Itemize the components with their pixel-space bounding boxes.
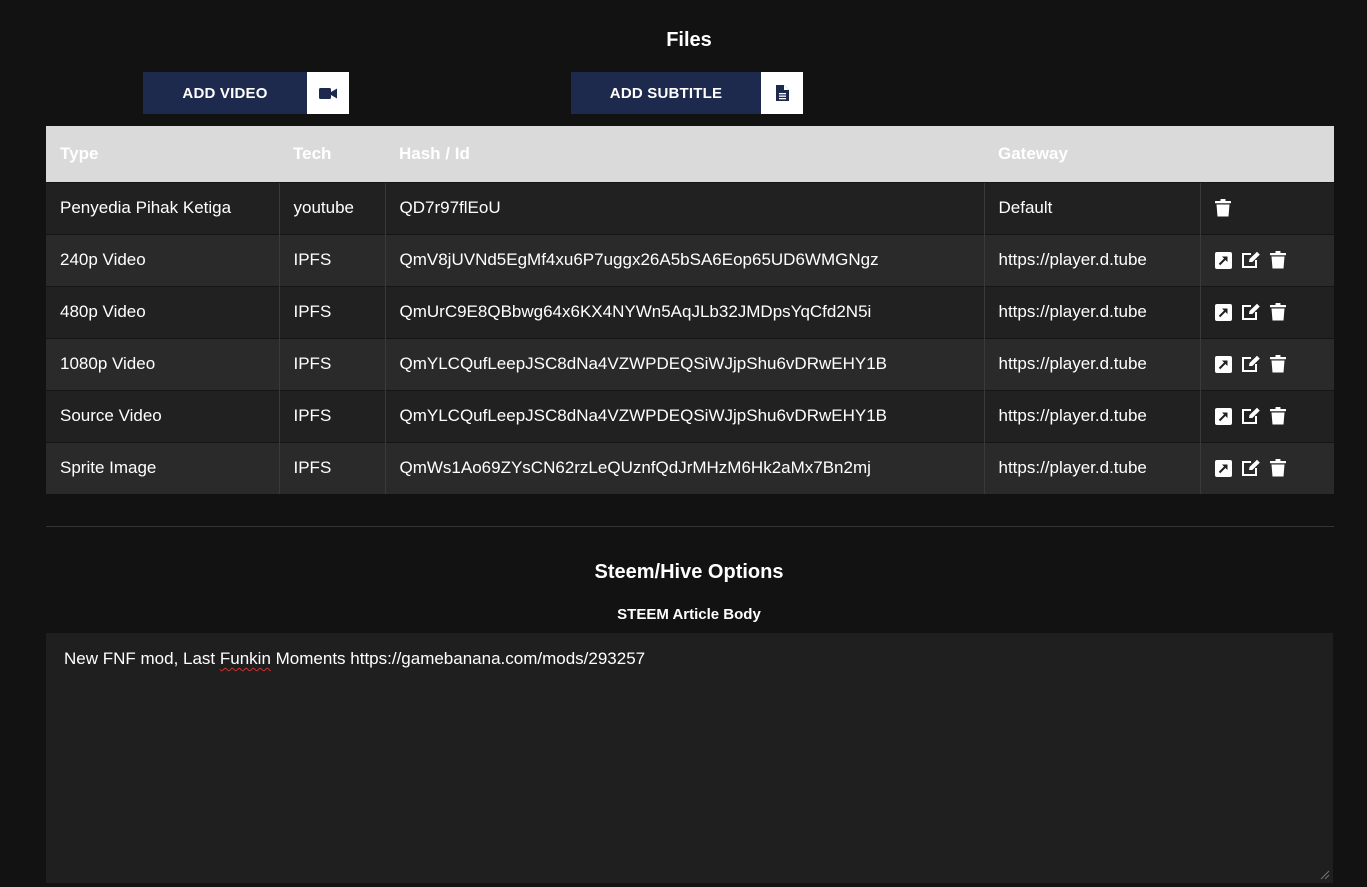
table-header-row: Type Tech Hash / Id Gateway: [46, 126, 1334, 182]
open-external-icon[interactable]: [1214, 355, 1232, 373]
steem-body-label: STEEM Article Body: [617, 606, 761, 623]
cell-gateway: https://player.d.tube: [983, 337, 1200, 390]
steem-body-textarea[interactable]: New FNF mod, Last Funkin Moments https:/…: [46, 633, 1333, 883]
cell-hash: QD7r97flEoU: [384, 181, 984, 234]
trash-icon[interactable]: [1214, 199, 1231, 217]
cell-tech: IPFS: [278, 337, 385, 390]
row-actions: [1214, 303, 1335, 321]
edit-icon[interactable]: [1241, 303, 1261, 321]
row-actions: [1214, 355, 1335, 373]
cell-gateway: https://player.d.tube: [983, 285, 1200, 338]
trash-icon[interactable]: [1269, 407, 1286, 425]
files-title: Files: [666, 29, 712, 51]
cell-gateway: Default: [983, 181, 1200, 234]
body-text-prefix: New FNF mod, Last: [64, 649, 220, 668]
body-text-misspelled: Funkin: [219, 649, 271, 668]
open-external-icon[interactable]: [1214, 407, 1232, 425]
document-icon[interactable]: [761, 72, 803, 114]
files-table: Type Tech Hash / Id Gateway Penyedia Pih…: [46, 126, 1334, 494]
divider: [46, 526, 1334, 527]
edit-icon[interactable]: [1241, 251, 1261, 269]
cell-hash: QmV8jUVNd5EgMf4xu6P7uggx26A5bSA6Eop65UD6…: [384, 233, 984, 286]
open-external-icon[interactable]: [1214, 251, 1232, 269]
table-row: Source Video IPFS QmYLCQufLeepJSC8dNa4VZWP…: [46, 389, 1335, 442]
trash-icon[interactable]: [1269, 459, 1286, 477]
cell-hash: QmYLCQufLeepJSC8dNa4VZWPDEQSiWJjpShu6vDR…: [384, 337, 984, 390]
cell-actions: [1199, 233, 1335, 286]
edit-icon[interactable]: [1241, 407, 1261, 425]
cell-tech: IPFS: [278, 389, 385, 442]
header-tech: Tech: [279, 126, 385, 182]
header-gateway: Gateway: [984, 126, 1200, 182]
cell-tech: youtube: [278, 181, 385, 234]
add-video-button[interactable]: ADD VIDEO: [143, 72, 349, 114]
cell-tech: IPFS: [278, 285, 385, 338]
cell-actions: [1199, 181, 1335, 234]
cell-type: Source Video: [46, 389, 279, 442]
body-text-suffix: Moments https://gamebanana.com/mods/2932…: [270, 649, 646, 668]
open-external-icon[interactable]: [1214, 459, 1232, 477]
cell-hash: QmYLCQufLeepJSC8dNa4VZWPDEQSiWJjpShu6vDR…: [384, 389, 984, 442]
header-type: Type: [46, 126, 279, 182]
trash-icon[interactable]: [1269, 251, 1286, 269]
cell-type: 240p Video: [46, 233, 279, 286]
cell-hash: QmUrC9E8QBbwg64x6KX4NYWn5AqJLb32JMDpsYqC…: [384, 285, 984, 338]
cell-actions: [1199, 441, 1335, 494]
cell-gateway: https://player.d.tube: [983, 233, 1200, 286]
header-actions: [1200, 126, 1334, 182]
add-subtitle-label[interactable]: ADD SUBTITLE: [571, 72, 761, 114]
trash-icon[interactable]: [1269, 355, 1286, 373]
cell-tech: IPFS: [278, 441, 385, 494]
add-video-label[interactable]: ADD VIDEO: [143, 72, 307, 114]
header-hash: Hash / Id: [385, 126, 984, 182]
cell-type: 1080p Video: [46, 337, 279, 390]
cell-actions: [1199, 337, 1335, 390]
cell-hash: QmWs1Ao69ZYsCN62rzLeQUznfQdJrMHzM6Hk2aMx…: [384, 441, 984, 494]
cell-tech: IPFS: [278, 233, 385, 286]
page: Files ADD VIDEO ADD SUBTITLE Type Tech H…: [0, 0, 1367, 887]
row-actions: [1214, 407, 1335, 425]
edit-icon[interactable]: [1241, 459, 1261, 477]
cell-type: 480p Video: [46, 285, 279, 338]
cell-type: Sprite Image: [46, 441, 279, 494]
video-camera-icon[interactable]: [307, 72, 349, 114]
add-subtitle-button[interactable]: ADD SUBTITLE: [571, 72, 803, 114]
cell-gateway: https://player.d.tube: [983, 441, 1200, 494]
resize-handle-icon[interactable]: [1320, 870, 1330, 880]
row-actions: [1214, 251, 1335, 269]
cell-gateway: https://player.d.tube: [983, 389, 1200, 442]
table-row: 240p Video IPFS QmV8jUVNd5EgMf4xu6P7uggx26…: [46, 233, 1335, 286]
table-row: 1080p Video IPFS QmYLCQufLeepJSC8dNa4VZWPD…: [46, 337, 1335, 390]
row-actions: [1214, 459, 1335, 477]
table-row: Penyedia Pihak Ketiga youtube QD7r97flEoU D…: [46, 181, 1335, 234]
row-actions: [1214, 199, 1335, 217]
open-external-icon[interactable]: [1214, 303, 1232, 321]
cell-actions: [1199, 389, 1335, 442]
trash-icon[interactable]: [1269, 303, 1286, 321]
steem-options-title: Steem/Hive Options: [594, 561, 784, 583]
table-row: 480p Video IPFS QmUrC9E8QBbwg64x6KX4NYWn5A…: [46, 285, 1335, 338]
cell-type: Penyedia Pihak Ketiga: [46, 181, 279, 234]
edit-icon[interactable]: [1241, 355, 1261, 373]
table-row: Sprite Image IPFS QmWs1Ao69ZYsCN62rzLeQUzn…: [46, 441, 1335, 494]
cell-actions: [1199, 285, 1335, 338]
